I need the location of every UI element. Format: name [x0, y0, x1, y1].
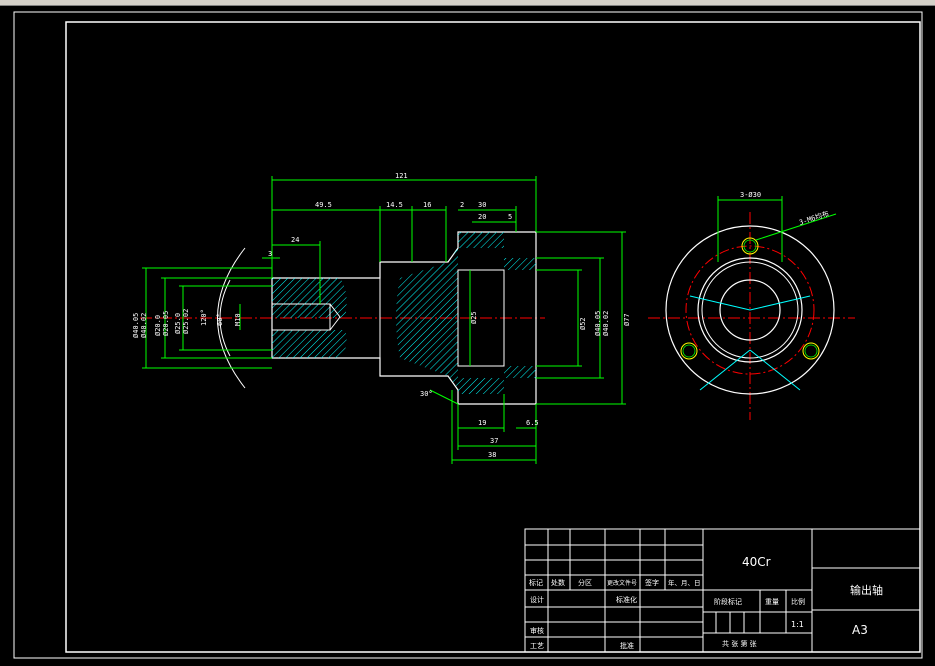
outer-frame	[13, 11, 923, 659]
tb-label-date: 年、月、日	[668, 578, 701, 587]
dim-overall-length: 121	[395, 172, 408, 180]
hatch-flange-top	[458, 232, 504, 248]
dim-dia-77: Ø77	[623, 313, 631, 326]
dim-dia-40-02: Ø40.02	[140, 313, 148, 338]
tb-part-name: 输出轴	[850, 583, 883, 597]
dim-m10: M10	[234, 313, 242, 326]
tb-ratio: 比例	[791, 597, 805, 606]
drawing-canvas[interactable]: 121 49.5 14.5 16 2 30 20 5 24 3 19 6.5 3…	[0, 0, 935, 666]
tb-weight: 重量	[765, 598, 779, 606]
dim-dia-25-02: Ø25.02	[182, 309, 190, 334]
tb-label-signature: 签字	[645, 578, 659, 587]
dim-3: 3	[268, 250, 272, 258]
dim-dia-40-02-right: Ø40.02	[602, 311, 610, 336]
tb-material: 40Cr	[742, 555, 771, 569]
tb-scale: 1:1	[791, 620, 804, 629]
tb-label-change-doc: 更改文件号	[607, 579, 637, 587]
dim-30: 30	[478, 201, 486, 209]
hatch-left-bottom	[272, 330, 347, 358]
dim-angle-60: 60°	[216, 313, 224, 326]
tb-designer: 设计	[530, 595, 544, 604]
tb-approve: 批准	[620, 641, 634, 650]
inner-frame	[65, 21, 921, 653]
dim-6-5: 6.5	[526, 419, 539, 427]
hatch-left-top	[272, 278, 347, 318]
dim-dia-25: Ø25	[470, 311, 478, 324]
tb-sheet-size: A3	[852, 623, 868, 637]
title-block-text: 标记 处数 分区 更改文件号 签字 年、月、日 设计 标准化 审核 工艺 批准 …	[529, 555, 883, 650]
dim-49-5: 49.5	[315, 201, 332, 209]
dim-dia-40-05: Ø40.05	[132, 313, 140, 338]
dim-dia-20-05: Ø20.05	[162, 311, 170, 336]
dim-angle-30: 30°	[420, 390, 433, 398]
dim-20: 20	[478, 213, 486, 221]
dim-16: 16	[423, 201, 431, 209]
dim-3-dia-30: 3-Ø30	[740, 191, 761, 199]
dim-19: 19	[478, 419, 486, 427]
dim-dia-25-0: Ø25.0	[174, 313, 182, 334]
dim-dia-52: Ø52	[579, 317, 587, 330]
dim-14-5: 14.5	[386, 201, 403, 209]
tb-label-zone: 分区	[578, 578, 592, 587]
hatch-middle	[396, 248, 458, 388]
dim-5: 5	[508, 213, 512, 221]
tb-label-count: 处数	[551, 578, 565, 587]
end-view: 3-Ø30 3-M6均布	[648, 191, 855, 420]
tb-process: 工艺	[530, 642, 544, 650]
tb-stage-mark: 阶段标记	[714, 597, 742, 606]
shaft-section-view: 121 49.5 14.5 16 2 30 20 5 24 3 19 6.5 3…	[132, 172, 631, 464]
dim-dia-40-05-right: Ø40.05	[594, 311, 602, 336]
tb-review: 审核	[530, 626, 544, 635]
hatch-flange-bottom	[458, 378, 504, 394]
dim-dia-20-0: Ø20.0	[154, 315, 162, 336]
leader-3-m6: 3-M6均布	[798, 209, 830, 227]
dim-24: 24	[291, 236, 299, 244]
tb-label-mark: 标记	[529, 578, 543, 587]
dim-2: 2	[460, 201, 464, 209]
dim-38: 38	[488, 451, 496, 459]
dim-angle-120: 120°	[200, 309, 208, 326]
tb-sheets: 共 张 第 张	[722, 639, 757, 648]
dim-37: 37	[490, 437, 498, 445]
tb-standardize: 标准化	[616, 595, 637, 604]
